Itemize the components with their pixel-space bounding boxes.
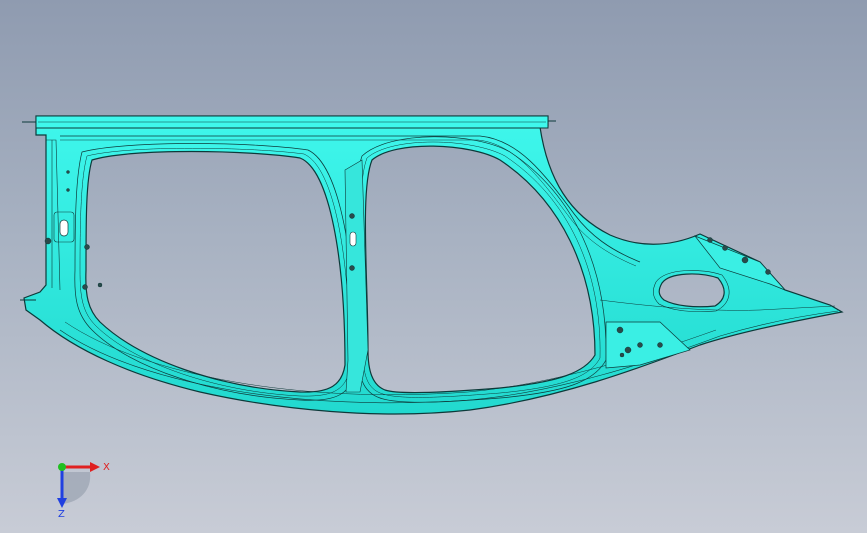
axis-triad: X Z <box>57 462 110 520</box>
x-axis-arrow <box>90 462 100 472</box>
y-axis-dot <box>58 463 66 471</box>
cad-viewport[interactable]: X Z <box>0 0 867 533</box>
z-axis-label: Z <box>58 509 65 520</box>
front-slot <box>59 219 69 237</box>
b-pillar-slot <box>349 231 357 247</box>
car-body-side-panel-model[interactable] <box>0 0 867 533</box>
rear-opening-flange-2 <box>360 141 601 398</box>
x-axis-label: X <box>103 462 110 473</box>
rear-opening-flange <box>355 136 607 403</box>
